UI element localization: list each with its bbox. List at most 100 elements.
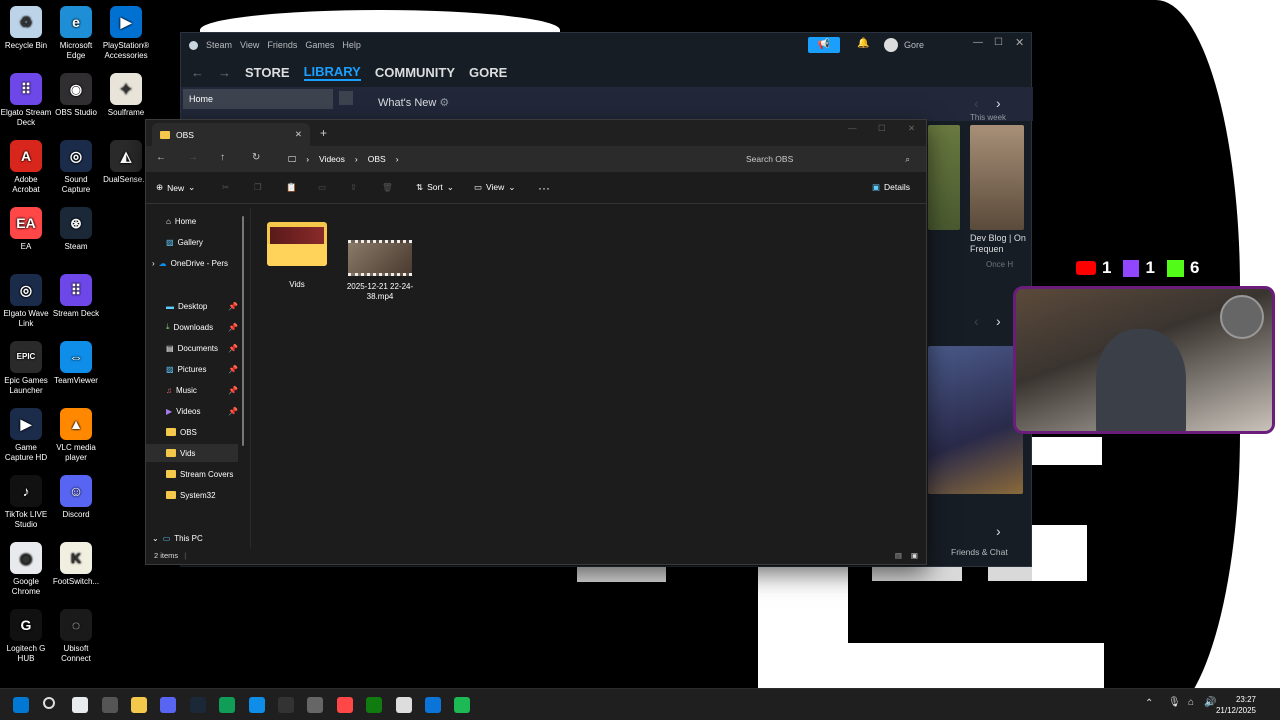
tray-chevron-icon[interactable]: ⌃: [1145, 698, 1153, 709]
friends-chat-button[interactable]: Friends & Chat: [951, 547, 1008, 557]
sidebar-item-vids[interactable]: Vids: [146, 444, 238, 462]
close-icon[interactable]: ✕: [908, 123, 915, 134]
user-menu[interactable]: Gore: [904, 40, 924, 50]
sidebar-scrollbar[interactable]: [242, 216, 244, 446]
library-home-tab[interactable]: Home: [183, 89, 333, 109]
sidebar-item-gallery[interactable]: ▨ Gallery: [146, 233, 238, 251]
obs-studio-icon[interactable]: [307, 697, 323, 713]
nav-community[interactable]: COMMUNITY: [375, 65, 455, 80]
share-icon[interactable]: ⇪: [350, 182, 357, 193]
steam-icon[interactable]: [190, 697, 206, 713]
desktop-icon-elgato-wave-link[interactable]: ◎ Elgato Wave Link: [0, 274, 52, 329]
search-input[interactable]: Search OBS ⌕: [738, 149, 916, 169]
search-icon[interactable]: [43, 697, 55, 709]
news-tile-image[interactable]: [970, 125, 1024, 230]
desktop-icon-stream-deck[interactable]: ⠿ Stream Deck: [50, 274, 102, 319]
ea-icon[interactable]: [337, 697, 353, 713]
dev-blog-title[interactable]: Dev Blog | On Frequen: [970, 233, 1030, 255]
obs-icon[interactable]: [102, 697, 118, 713]
spotify-icon[interactable]: [454, 697, 470, 713]
forward-arrow-icon[interactable]: →: [188, 152, 198, 163]
desktop-icon-google-chrome[interactable]: ◉ Google Chrome: [0, 542, 52, 597]
sidebar-item-music[interactable]: ♫ Music 📌: [146, 381, 238, 399]
user-avatar[interactable]: [884, 38, 898, 52]
notifications-icon[interactable]: 🔔: [857, 38, 869, 49]
chevron-right-icon[interactable]: ›: [152, 259, 155, 268]
desktop-icon-ubisoft-connect[interactable]: ◌ Ubisoft Connect: [50, 609, 102, 664]
steam-menu-view[interactable]: View: [240, 40, 259, 50]
desktop-icon-elgato-stream-deck[interactable]: ⠿ Elgato Stream Deck: [0, 73, 52, 128]
copy-icon[interactable]: ❐: [254, 182, 262, 193]
minimize-icon[interactable]: —: [848, 123, 857, 133]
back-arrow-icon[interactable]: ←: [191, 65, 204, 80]
sidebar-item-home[interactable]: ⌂ Home: [146, 212, 238, 230]
prev-arrow-icon[interactable]: ‹: [974, 95, 979, 111]
sidebar-item-documents[interactable]: ▤ Documents 📌: [146, 339, 238, 357]
sidebar-item-obs[interactable]: OBS: [146, 423, 238, 441]
desktop-icon-playstation-accessories[interactable]: ▶ PlayStation® Accessories: [100, 6, 152, 61]
desktop-icon-epic-games-launcher[interactable]: EPIC Epic Games Launcher: [0, 341, 52, 396]
desktop-icon-microsoft-edge[interactable]: e Microsoft Edge: [50, 6, 102, 61]
nav-library[interactable]: LIBRARY: [303, 64, 361, 81]
file-explorer-window[interactable]: OBS ✕ + — ☐ ✕ ← → ↑ ↻ 🖵 › Videos › OBS ›…: [145, 119, 927, 565]
sidebar-item-system32[interactable]: System32: [146, 486, 238, 504]
desktop-icon-adobe-acrobat[interactable]: A Adobe Acrobat: [0, 140, 52, 195]
new-button[interactable]: ⊕ New ⌄: [156, 182, 195, 193]
refresh-icon[interactable]: ↻: [252, 152, 260, 163]
desktop-icon-tiktok-live-studio[interactable]: ♪ TikTok LIVE Studio: [0, 475, 52, 530]
photos-icon[interactable]: [425, 697, 441, 713]
tiles-view-icon[interactable]: ▣: [911, 551, 918, 560]
sidebar-item-videos[interactable]: ▶ Videos 📌: [146, 402, 238, 420]
sort-button[interactable]: ⇅ Sort ⌄: [416, 182, 454, 193]
back-arrow-icon[interactable]: ←: [156, 152, 166, 163]
sidebar-item-stream-covers[interactable]: Stream Covers: [146, 465, 238, 483]
view-button[interactable]: ▭ View ⌄: [474, 182, 515, 193]
prev-arrow-icon[interactable]: ‹: [974, 313, 979, 329]
desktop-icon-sound-capture[interactable]: ◎ Sound Capture: [50, 140, 102, 195]
sidebar-item-onedrive[interactable]: › ☁ OneDrive - Pers: [146, 254, 238, 272]
steam-menu-friends[interactable]: Friends: [267, 40, 297, 50]
announce-button[interactable]: 📢: [808, 37, 840, 53]
up-arrow-icon[interactable]: ↑: [220, 152, 225, 163]
settings-gear-icon[interactable]: ⚙: [439, 97, 449, 109]
desktop-icon-ea[interactable]: EA EA: [0, 207, 52, 252]
steam-menu-steam[interactable]: Steam: [206, 40, 232, 50]
steam-menu-games[interactable]: Games: [305, 40, 334, 50]
desktop-icon-logitech-g-hub[interactable]: G Logitech G HUB: [0, 609, 52, 664]
sidebar-item-downloads[interactable]: ⤓ Downloads 📌: [146, 318, 238, 336]
desktop-icon-teamviewer[interactable]: ⇔ TeamViewer: [50, 341, 102, 386]
desktop-icon-game-capture-hd[interactable]: ▶ Game Capture HD: [0, 408, 52, 463]
desktop-icon-footswitch[interactable]: K FootSwitch...: [50, 542, 102, 587]
new-tab-icon[interactable]: +: [320, 126, 327, 140]
details-button[interactable]: ▣ Details: [872, 182, 910, 193]
delete-icon[interactable]: 🗑: [382, 182, 393, 193]
file-item-folder[interactable]: Vids: [264, 222, 330, 289]
sidebar-item-this-pc[interactable]: ⌄ ▭ This PC: [146, 529, 238, 547]
game-tile-image[interactable]: [928, 346, 1023, 494]
breadcrumb[interactable]: 🖵 › Videos › OBS ›: [282, 149, 730, 169]
cut-icon[interactable]: ✂: [222, 182, 229, 193]
chevron-down-icon[interactable]: ⌄: [152, 534, 159, 543]
minimize-icon[interactable]: —: [973, 37, 983, 48]
network-icon[interactable]: ⌂: [1188, 697, 1194, 708]
steam-menu-help[interactable]: Help: [342, 40, 361, 50]
next-arrow-icon[interactable]: ›: [996, 313, 1001, 329]
start-icon[interactable]: [13, 697, 29, 713]
desktop-icon-steam[interactable]: ⊛ Steam: [50, 207, 102, 252]
maximize-icon[interactable]: ☐: [994, 37, 1003, 48]
file-explorer-icon[interactable]: [131, 697, 147, 713]
clock[interactable]: 23:27 21/12/2025: [1216, 694, 1256, 716]
close-icon[interactable]: ✕: [1015, 36, 1024, 49]
forward-arrow-icon[interactable]: →: [218, 65, 231, 80]
xbox-icon[interactable]: [366, 697, 382, 713]
nav-profile[interactable]: GORE: [469, 65, 507, 80]
desktop-icon-soulframe[interactable]: ✦ Soulframe: [100, 73, 152, 118]
grid-view-icon[interactable]: [339, 91, 353, 105]
rename-icon[interactable]: ▭: [318, 182, 326, 193]
file-item-video[interactable]: 2025-12-21 22-24-38.mp4: [344, 240, 416, 302]
desktop-icon-obs-studio[interactable]: ◉ OBS Studio: [50, 73, 102, 118]
tab-obs[interactable]: OBS ✕: [152, 123, 310, 146]
paste-icon[interactable]: 📋: [286, 182, 297, 193]
desktop-icon-discord[interactable]: ☺ Discord: [50, 475, 102, 520]
desktop-icon-vlc-media-player[interactable]: ▲ VLC media player: [50, 408, 102, 463]
